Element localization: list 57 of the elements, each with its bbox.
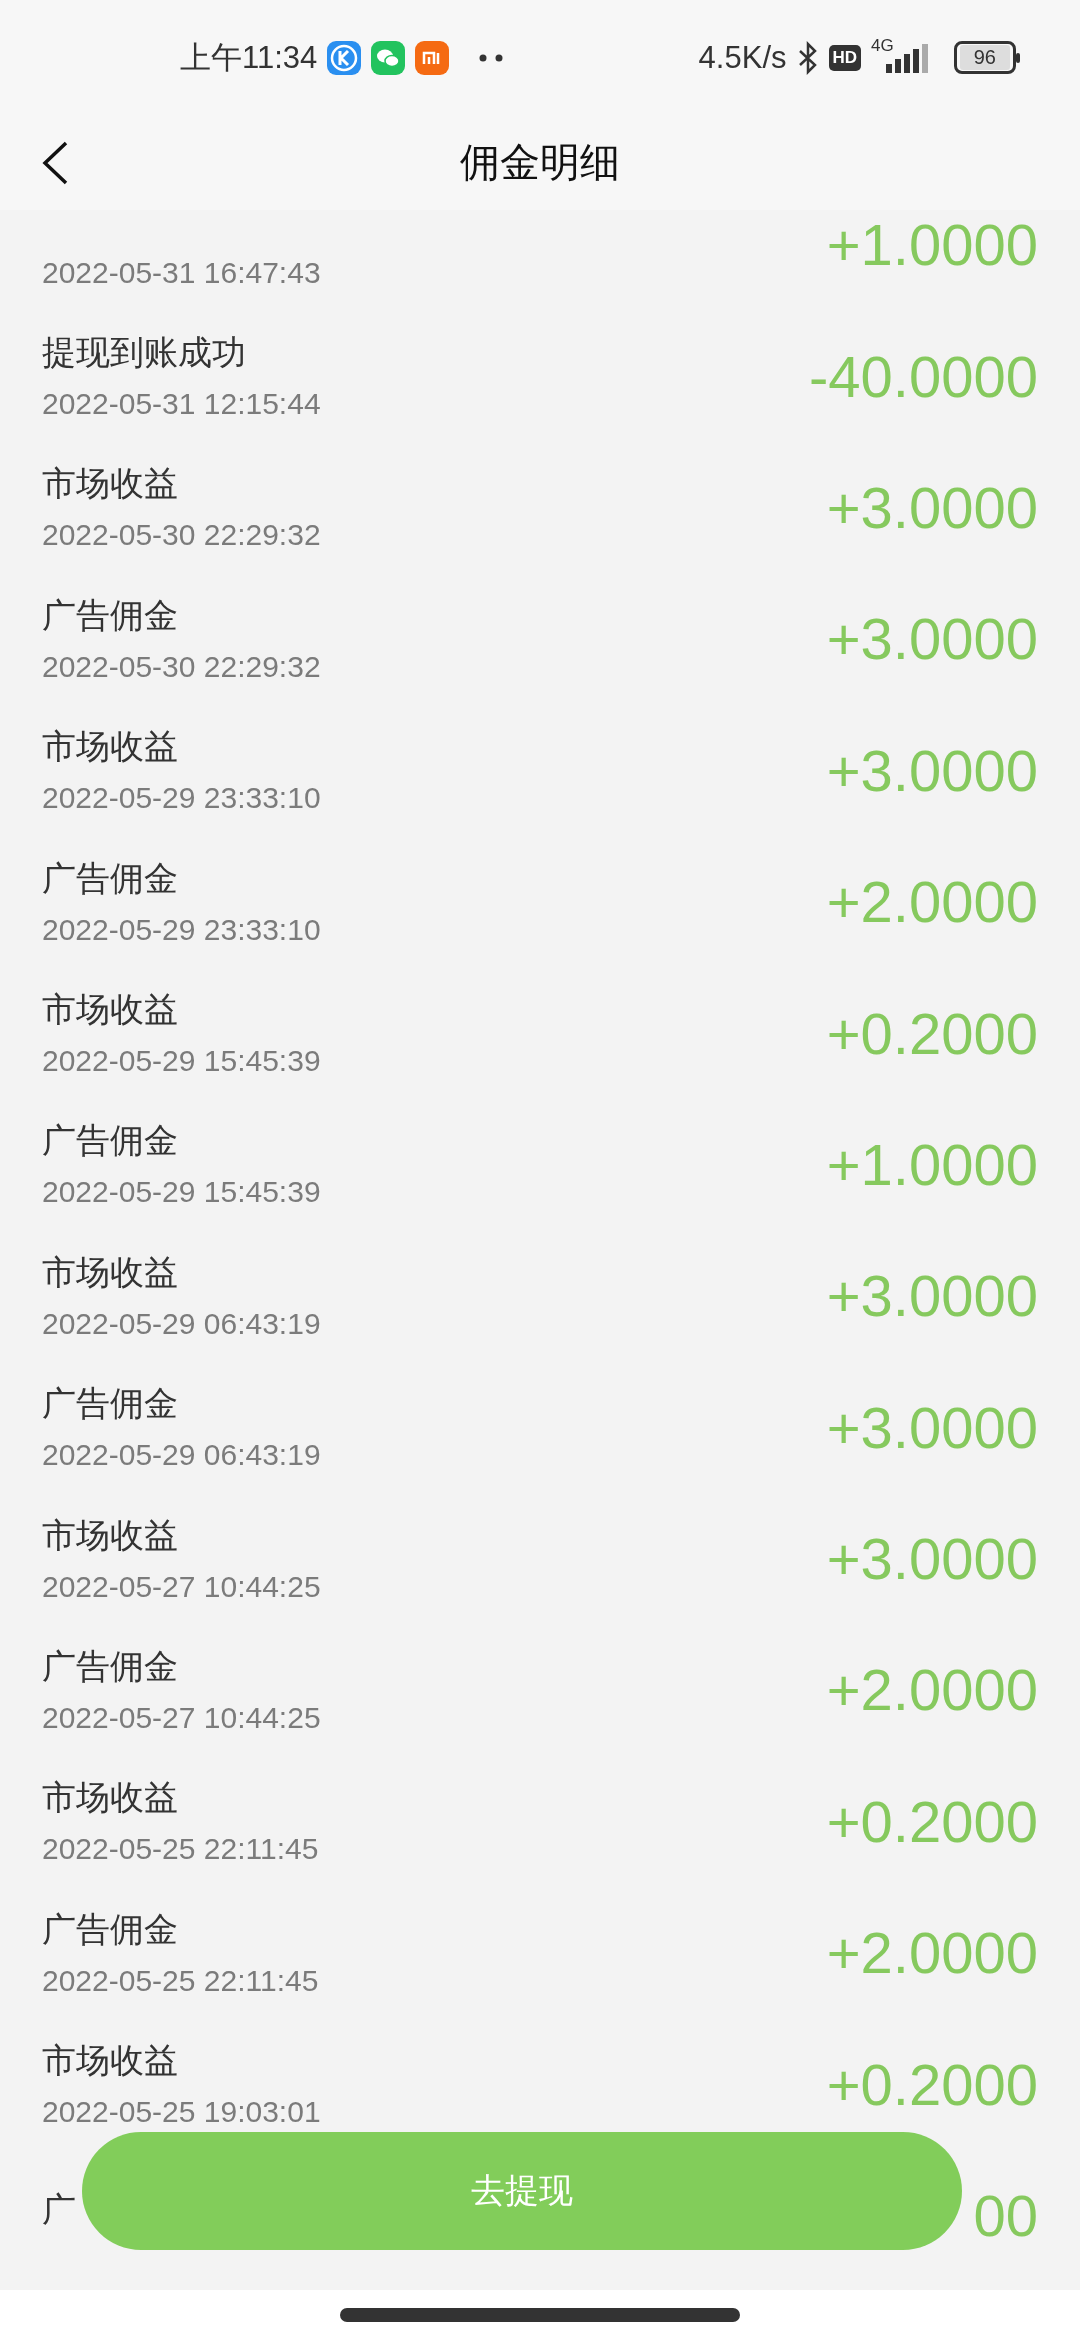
record-title: 广告佣金 (42, 1907, 179, 1950)
battery-level: 96 (959, 45, 1010, 70)
record-time: 2022-05-29 06:43:19 (42, 1438, 321, 1473)
record-title: 市场收益 (42, 462, 179, 505)
record-amount: +0.2000 (826, 999, 1038, 1067)
record-title: 市场收益 (42, 725, 179, 768)
record-time: 2022-05-29 15:45:39 (42, 1175, 321, 1210)
network-type: 4G (871, 36, 894, 56)
record-amount: +3.0000 (826, 605, 1038, 673)
record-amount: 00 (973, 2182, 1038, 2250)
record-amount: +0.2000 (826, 1787, 1038, 1855)
hd-badge: HD (828, 44, 862, 71)
record-time: 2022-05-29 23:33:10 (42, 912, 321, 947)
record-amount: +2.0000 (826, 1919, 1038, 1987)
withdraw-button[interactable]: 去提现 (82, 2132, 962, 2250)
page-title: 佣金明细 (460, 138, 620, 187)
record-amount: +1.0000 (826, 1130, 1038, 1198)
record-title: 广告佣金 (42, 1119, 179, 1162)
record-time: 2022-05-30 22:29:32 (42, 518, 321, 553)
record-amount: +3.0000 (826, 1525, 1038, 1593)
store-app-icon (415, 40, 450, 75)
record-title: 市场收益 (42, 1250, 179, 1293)
record-time: 2022-05-31 16:47:43 (42, 255, 321, 290)
record-amount: +3.0000 (826, 1393, 1038, 1461)
record-time: 2022-05-25 22:11:45 (42, 1963, 319, 1998)
network-speed: 4.5K/s (698, 39, 787, 76)
chat-app-icon (371, 40, 406, 75)
record-time: 2022-05-30 22:29:32 (42, 649, 321, 684)
record-amount: +2.0000 (826, 1656, 1038, 1724)
record-amount: +0.2000 (826, 2050, 1038, 2118)
record-title: 广告佣金 (42, 593, 179, 636)
back-icon[interactable] (40, 141, 70, 185)
record-amount: +3.0000 (826, 473, 1038, 541)
record-title: 广告佣金 (42, 856, 179, 899)
record-amount: +1.0000 (826, 211, 1038, 279)
record-title: 市场收益 (42, 2039, 179, 2082)
record-title: 市场收益 (42, 1513, 179, 1556)
record-amount: +3.0000 (826, 1262, 1038, 1330)
record-time: 2022-05-25 19:03:01 (42, 2095, 321, 2130)
record-time: 2022-05-31 12:15:44 (42, 387, 321, 422)
app-notification-icon (327, 40, 362, 75)
record-title: 广 (42, 2187, 76, 2230)
status-time: 上午11:34 (180, 38, 318, 77)
record-time: 2022-05-29 23:33:10 (42, 781, 321, 816)
record-time: 2022-05-25 22:11:45 (42, 1832, 319, 1867)
record-title: 提现到账成功 (42, 331, 247, 374)
record-title: 市场收益 (42, 988, 179, 1031)
record-title: 广告佣金 (42, 1382, 179, 1425)
record-amount: +2.0000 (826, 868, 1038, 936)
record-title: 广告佣金 (42, 1645, 179, 1687)
record-amount: -40.0000 (809, 342, 1038, 410)
record-time: 2022-05-27 10:44:25 (42, 1701, 321, 1735)
record-time: 2022-05-29 06:43:19 (42, 1306, 321, 1341)
record-amount: +3.0000 (826, 736, 1038, 804)
record-time: 2022-05-27 10:44:25 (42, 1569, 321, 1604)
record-time: 2022-05-29 15:45:39 (42, 1044, 321, 1079)
record-title: 市场收益 (42, 1776, 179, 1819)
